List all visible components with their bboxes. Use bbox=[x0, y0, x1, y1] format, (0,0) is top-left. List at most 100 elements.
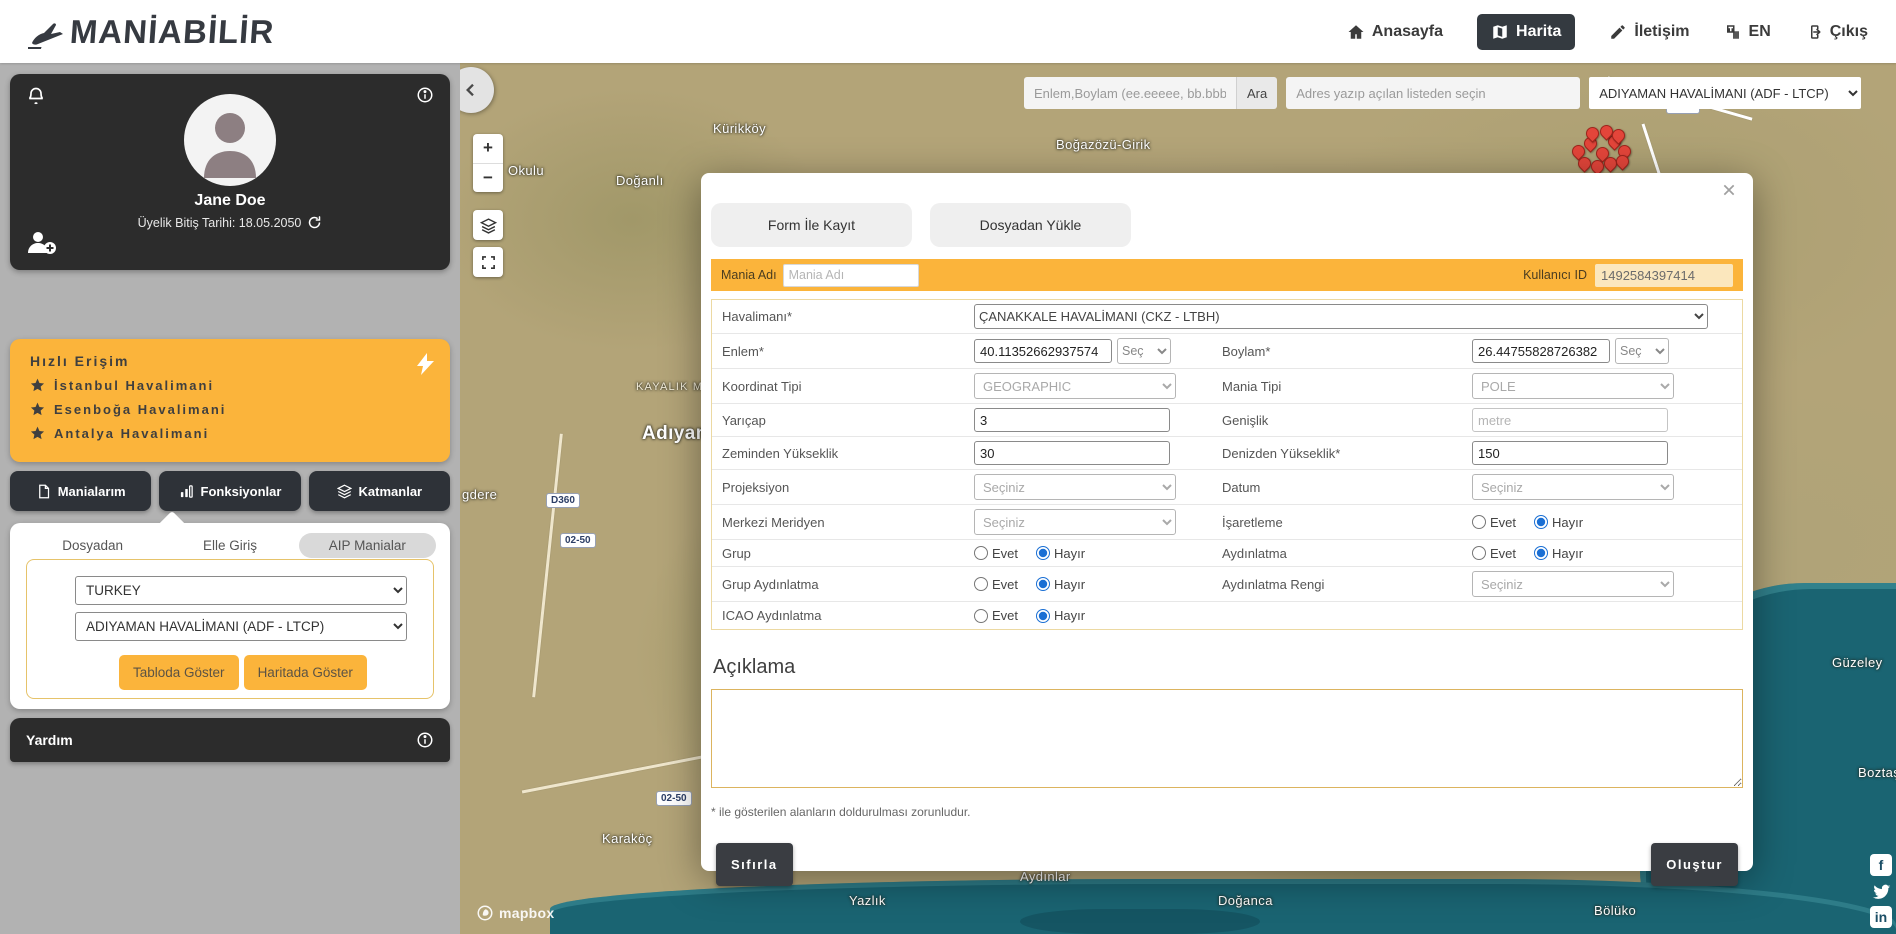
denizden-yukseklik-input[interactable] bbox=[1472, 441, 1668, 465]
radio-hayir[interactable]: Hayır bbox=[1036, 577, 1085, 592]
zeminden-yukseklik-input[interactable] bbox=[974, 441, 1170, 465]
projeksiyon-select[interactable]: Seçiniz bbox=[974, 474, 1176, 500]
modal-tab-bar: Form İle Kayıt Dosyadan Yükle bbox=[711, 203, 1743, 247]
aydinlatma-radio-group: Evet Hayır bbox=[1472, 546, 1732, 561]
merkezi-meridyen-select[interactable]: Seçiniz bbox=[974, 509, 1176, 535]
map-canvas[interactable]: Kürikköy Boğazözü-Girik Okulu Doğanlı KA… bbox=[460, 63, 1896, 934]
twitter-icon[interactable] bbox=[1870, 880, 1892, 902]
lightning-icon bbox=[417, 353, 434, 380]
form-row-icao: ICAO Aydınlatma Evet Hayır bbox=[712, 602, 1742, 629]
quick-access-item-istanbul[interactable]: İstanbul Havalimani bbox=[30, 378, 430, 393]
add-user-icon[interactable] bbox=[26, 229, 56, 260]
coordinate-input[interactable] bbox=[1024, 77, 1236, 109]
star-icon bbox=[30, 402, 45, 417]
radio-evet[interactable]: Evet bbox=[1472, 515, 1516, 530]
nav-cikis[interactable]: Çıkış bbox=[1805, 23, 1868, 41]
help-info-icon[interactable] bbox=[416, 731, 434, 749]
quick-access-item-antalya[interactable]: Antalya Havalimani bbox=[30, 426, 430, 441]
star-icon bbox=[30, 426, 45, 441]
profile-name: Jane Doe bbox=[10, 192, 450, 210]
nav-language[interactable]: EN bbox=[1724, 23, 1771, 41]
radio-hayir[interactable]: Hayır bbox=[1036, 546, 1085, 561]
country-select[interactable]: TURKEY bbox=[75, 576, 407, 605]
tab-manialarim[interactable]: Manialarım bbox=[10, 471, 151, 511]
nav-anasayfa[interactable]: Anasayfa bbox=[1347, 23, 1443, 41]
zoom-in-button[interactable]: + bbox=[473, 134, 503, 164]
tab-katmanlar[interactable]: Katmanlar bbox=[309, 471, 450, 511]
refresh-icon[interactable] bbox=[307, 215, 322, 230]
zoom-control: + − bbox=[473, 134, 503, 192]
linkedin-icon[interactable]: in bbox=[1870, 906, 1892, 928]
tab-elle-giris[interactable]: Elle Giriş bbox=[161, 533, 298, 558]
show-on-map-button[interactable]: Haritada Göster bbox=[244, 655, 367, 690]
genislik-input[interactable] bbox=[1472, 408, 1668, 432]
radio-evet[interactable]: Evet bbox=[974, 577, 1018, 592]
show-in-table-button[interactable]: Tabloda Göster bbox=[119, 655, 239, 690]
fullscreen-button[interactable] bbox=[473, 247, 503, 277]
nav-iletisim[interactable]: İletişim bbox=[1609, 23, 1689, 41]
description-textarea[interactable] bbox=[711, 689, 1743, 788]
radio-hayir[interactable]: Hayır bbox=[1534, 515, 1583, 530]
star-icon bbox=[30, 378, 45, 393]
layers-toggle-button[interactable] bbox=[473, 210, 503, 240]
user-id-input[interactable] bbox=[1595, 264, 1733, 287]
pencil-icon bbox=[1609, 23, 1627, 41]
quick-access-title: Hızlı Erişim bbox=[30, 353, 430, 369]
mania-name-label: Mania Adı bbox=[721, 268, 777, 282]
tab-aip-manialar[interactable]: AIP Manialar bbox=[299, 533, 436, 558]
isaretleme-radio-group: Evet Hayır bbox=[1472, 515, 1732, 530]
top-header: MANİABİLİR Anasayfa Harita İletişim EN Ç… bbox=[0, 0, 1896, 63]
nav-harita[interactable]: Harita bbox=[1477, 14, 1575, 50]
enlem-input[interactable] bbox=[974, 339, 1112, 363]
map-place-label: Bölüko bbox=[1594, 903, 1636, 918]
required-fields-note: * ile gösterilen alanların doldurulması … bbox=[711, 805, 1743, 819]
person-icon bbox=[184, 94, 276, 186]
zoom-out-button[interactable]: − bbox=[473, 164, 503, 193]
tab-dosyadan[interactable]: Dosyadan bbox=[24, 533, 161, 558]
collapse-sidebar-button[interactable] bbox=[460, 67, 494, 113]
logo-text: MANİABİLİR bbox=[69, 13, 276, 51]
yaricap-input[interactable] bbox=[974, 408, 1170, 432]
reset-button[interactable]: Sıfırla bbox=[716, 843, 793, 886]
map-airport-select[interactable]: ADIYAMAN HAVALİMANI (ADF - LTCP) bbox=[1589, 77, 1861, 109]
mania-tipi-select[interactable]: POLE bbox=[1472, 373, 1674, 399]
sidebar-tab-bar: Manialarım Fonksiyonlar Katmanlar bbox=[10, 471, 450, 511]
radio-evet[interactable]: Evet bbox=[1472, 546, 1516, 561]
map-search-bar: Ara ADIYAMAN HAVALİMANI (ADF - LTCP) bbox=[1024, 77, 1861, 109]
map-place-label: Karaköç bbox=[602, 831, 653, 846]
datum-select[interactable]: Seçiniz bbox=[1472, 474, 1674, 500]
tab-form-ile-kayit[interactable]: Form İle Kayıt bbox=[711, 203, 912, 247]
profile-card: Jane Doe Üyelik Bitiş Tarihi: 18.05.2050 bbox=[10, 74, 450, 270]
enlem-sec-select[interactable]: Seç bbox=[1117, 338, 1171, 364]
tab-fonksiyonlar[interactable]: Fonksiyonlar bbox=[159, 471, 300, 511]
mania-name-input[interactable] bbox=[783, 264, 919, 287]
quick-access-item-esenboga[interactable]: Esenboğa Havalimani bbox=[30, 402, 430, 417]
profile-info-icon[interactable] bbox=[416, 86, 434, 109]
close-icon[interactable] bbox=[1721, 181, 1737, 204]
airport-select[interactable]: ADIYAMAN HAVALİMANI (ADF - LTCP) bbox=[75, 612, 407, 641]
address-input[interactable] bbox=[1286, 77, 1580, 109]
help-panel-header[interactable]: Yardım bbox=[10, 718, 450, 762]
search-button[interactable]: Ara bbox=[1236, 77, 1277, 109]
fullscreen-icon bbox=[481, 255, 496, 270]
radio-hayir[interactable]: Hayır bbox=[1036, 608, 1085, 623]
koordinat-tipi-select[interactable]: GEOGRAPHIC bbox=[974, 373, 1176, 399]
boylam-sec-select[interactable]: Seç bbox=[1615, 338, 1669, 364]
app-root: MANİABİLİR Anasayfa Harita İletişim EN Ç… bbox=[0, 0, 1896, 934]
avatar bbox=[184, 94, 276, 186]
map-place-label: Doğanlı bbox=[616, 173, 664, 188]
notification-bell-icon[interactable] bbox=[26, 86, 46, 111]
havalimani-select[interactable]: ÇANAKKALE HAVALİMANI (CKZ - LTBH) bbox=[974, 304, 1708, 329]
form-row-yaricap-genislik: Yarıçap Genişlik bbox=[712, 404, 1742, 437]
tab-dosyadan-yukle[interactable]: Dosyadan Yükle bbox=[930, 203, 1131, 247]
facebook-icon[interactable]: f bbox=[1870, 854, 1892, 876]
create-button[interactable]: Oluştur bbox=[1651, 843, 1738, 886]
radio-evet[interactable]: Evet bbox=[974, 608, 1018, 623]
aydinlatma-rengi-select[interactable]: Seçiniz bbox=[1472, 571, 1674, 597]
map-place-label: Yazlık bbox=[849, 893, 886, 908]
radio-hayir[interactable]: Hayır bbox=[1534, 546, 1583, 561]
boylam-input[interactable] bbox=[1472, 339, 1610, 363]
manialarim-panel: Dosyadan Elle Giriş AIP Manialar TURKEY … bbox=[10, 523, 450, 709]
radio-evet[interactable]: Evet bbox=[974, 546, 1018, 561]
coordinate-search: Ara bbox=[1024, 77, 1277, 109]
